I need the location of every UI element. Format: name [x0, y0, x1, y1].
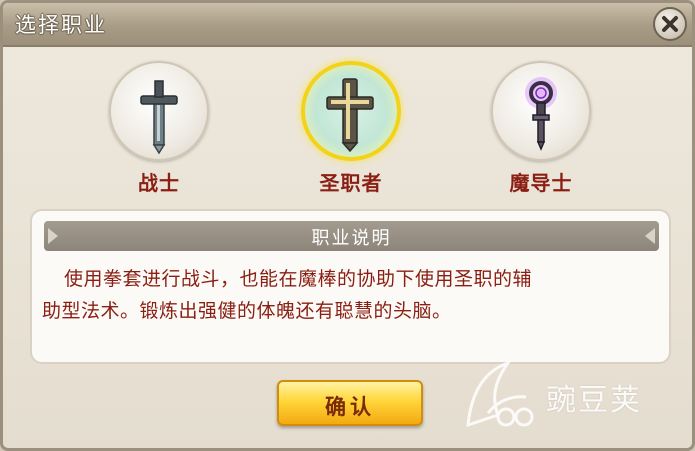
class-description-panel: 职业说明 使用拳套进行战斗，也能在魔棒的协助下使用圣职的辅 助型法术。锻炼出强健… [30, 209, 671, 364]
confirm-button-label: 确认 [325, 395, 375, 419]
class-medallion [491, 61, 591, 161]
class-select-dialog: 选择职业 战士 圣职者 魔导士 职业说明 使用拳套进行战斗，也能在魔棒的协助下使… [0, 0, 695, 451]
class-name-label: 魔导士 [509, 171, 573, 195]
watermark: 豌豆荚 [458, 355, 688, 445]
confirm-button[interactable]: 确认 [277, 380, 423, 426]
class-name-label: 圣职者 [319, 171, 383, 195]
close-icon [662, 16, 678, 32]
class-medallion [109, 61, 209, 161]
class-name-label: 战士 [138, 171, 180, 195]
class-option-mage[interactable]: 魔导士 [489, 61, 593, 201]
class-medallion-selected [301, 61, 401, 161]
title-bar: 选择职业 [3, 3, 692, 47]
class-option-warrior[interactable]: 战士 [107, 61, 211, 201]
description-title: 职业说明 [311, 228, 392, 249]
class-option-cleric[interactable]: 圣职者 [299, 61, 403, 201]
watermark-logo-icon [466, 360, 534, 428]
description-line-2: 助型法术。锻炼出强健的体魄还有聪慧的头脑。 [42, 300, 452, 322]
description-text: 使用拳套进行战斗，也能在魔棒的协助下使用圣职的辅 助型法术。锻炼出强健的体魄还有… [42, 263, 654, 327]
sword-icon [140, 80, 178, 155]
close-button[interactable] [653, 7, 687, 41]
watermark-text: 豌豆荚 [546, 383, 642, 418]
description-header: 职业说明 [44, 221, 659, 251]
cross-icon [326, 78, 374, 153]
dialog-title: 选择职业 [15, 13, 107, 37]
staff-icon [525, 77, 557, 151]
description-line-1: 使用拳套进行战斗，也能在魔棒的协助下使用圣职的辅 [64, 268, 533, 290]
